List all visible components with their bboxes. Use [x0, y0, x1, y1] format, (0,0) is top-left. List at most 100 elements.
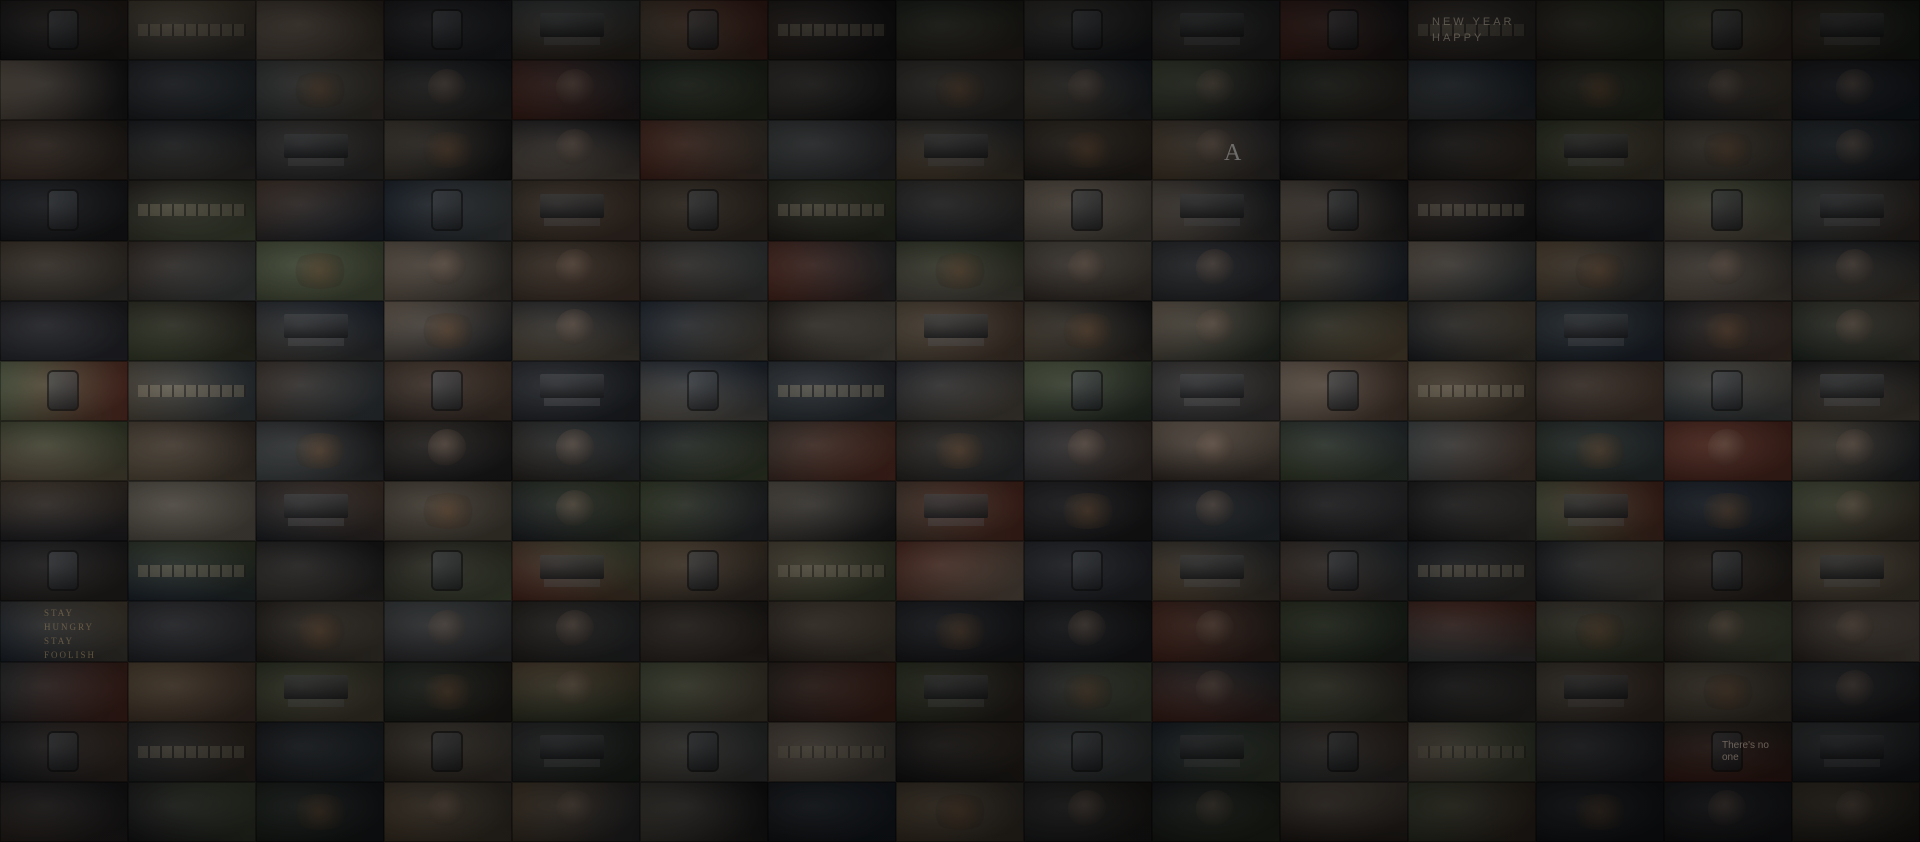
photo-tile — [1536, 300, 1664, 361]
photo-tile — [384, 360, 512, 421]
photo-tile — [512, 420, 640, 482]
photo-tile — [1792, 360, 1920, 421]
photo-tile — [1408, 240, 1536, 301]
photo-tile — [1664, 120, 1792, 181]
photo-tile — [1664, 300, 1792, 361]
photo-tile — [1024, 60, 1152, 121]
photo-tile — [1280, 180, 1408, 241]
photo-tile — [384, 601, 512, 662]
photo-tile — [128, 240, 256, 301]
photo-tile — [1152, 360, 1280, 421]
photo-tile — [1792, 120, 1920, 181]
photo-tile — [896, 0, 1024, 61]
photo-tile — [512, 0, 640, 61]
photo-tile — [640, 781, 768, 842]
photo-tile — [128, 300, 256, 361]
photo-tile — [1152, 240, 1280, 301]
photo-tile — [1024, 120, 1152, 181]
photo-tile — [896, 300, 1024, 361]
photo-tile — [1664, 60, 1792, 121]
photo-tile — [0, 300, 128, 361]
photo-tile — [384, 661, 512, 722]
photo-tile — [640, 721, 768, 782]
photo-tile — [1024, 360, 1152, 421]
photo-tile — [512, 360, 640, 421]
photo-tile — [1024, 661, 1152, 722]
photo-tile — [1792, 721, 1920, 782]
photo-tile — [1536, 0, 1664, 61]
photo-tile — [768, 781, 896, 842]
photo-tile — [256, 601, 384, 662]
photo-tile — [384, 420, 512, 482]
photo-tile — [1792, 240, 1920, 301]
photo-tile — [640, 481, 768, 542]
photo-tile — [0, 240, 128, 301]
photo-tile — [1792, 180, 1920, 241]
photo-tile — [1536, 601, 1664, 662]
photo-tile — [0, 180, 128, 241]
photo-tile — [896, 360, 1024, 421]
photo-tile — [256, 360, 384, 421]
photo-tile — [768, 300, 896, 361]
photo-tile — [1152, 661, 1280, 722]
photo-tile — [384, 180, 512, 241]
photo-tile — [512, 300, 640, 361]
photo-tile — [384, 541, 512, 602]
photo-tile — [1408, 180, 1536, 241]
photo-tile — [1152, 601, 1280, 662]
photo-tile — [768, 0, 896, 61]
photo-tile — [1664, 601, 1792, 662]
photo-tile — [384, 60, 512, 121]
photo-tile — [256, 240, 384, 301]
photo-tile — [1536, 420, 1664, 482]
photo-tile — [1408, 60, 1536, 121]
photo-tile — [256, 420, 384, 482]
photo-tile — [384, 240, 512, 301]
photo-tile — [1152, 481, 1280, 542]
photo-tile — [256, 180, 384, 241]
photo-tile — [1024, 300, 1152, 361]
photo-tile — [0, 661, 128, 722]
photo-tile — [128, 661, 256, 722]
photo-tile — [512, 601, 640, 662]
photo-tile — [1536, 360, 1664, 421]
photo-tile — [0, 541, 128, 602]
photo-tile — [896, 481, 1024, 542]
photo-tile — [896, 420, 1024, 482]
photo-tile — [0, 781, 128, 842]
photo-tile — [896, 120, 1024, 181]
photo-tile — [1280, 360, 1408, 421]
photo-tile — [1792, 781, 1920, 842]
photo-tile — [1024, 180, 1152, 241]
photo-tile — [1024, 0, 1152, 61]
photo-tile — [1408, 420, 1536, 482]
photo-tile — [1152, 60, 1280, 121]
photo-tile — [640, 240, 768, 301]
photo-tile — [128, 721, 256, 782]
photo-tile — [384, 781, 512, 842]
photo-tile — [256, 120, 384, 181]
photo-tile — [640, 420, 768, 482]
photo-tile — [1792, 601, 1920, 662]
photo-tile — [1408, 481, 1536, 542]
photo-tile — [1024, 420, 1152, 482]
photo-tile — [1280, 721, 1408, 782]
photo-tile — [1024, 541, 1152, 602]
photo-tile — [256, 300, 384, 361]
photo-tile — [256, 481, 384, 542]
photo-tile — [512, 781, 640, 842]
photo-tile — [384, 481, 512, 542]
photo-tile — [512, 721, 640, 782]
photo-tile — [896, 60, 1024, 121]
photo-tile — [640, 60, 768, 121]
photo-tile — [768, 180, 896, 241]
photo-tile — [640, 360, 768, 421]
photo-tile — [256, 781, 384, 842]
photo-tile — [512, 120, 640, 181]
photo-tile — [1280, 0, 1408, 61]
photo-tile — [640, 120, 768, 181]
photo-tile — [1024, 601, 1152, 662]
photo-tile — [0, 120, 128, 181]
photo-tile — [640, 0, 768, 61]
photo-tile — [1536, 120, 1664, 181]
